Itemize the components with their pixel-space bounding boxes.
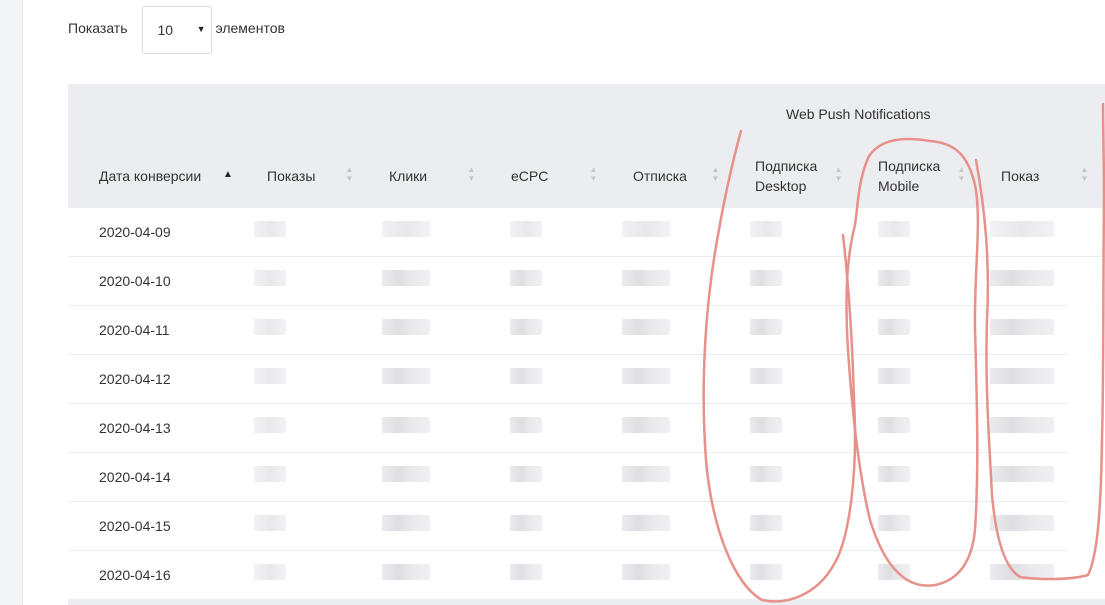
- annotation-circle-show: [974, 102, 1105, 581]
- annotation-circle-desktop: [702, 129, 857, 603]
- annotation-circle-mobile: [845, 137, 980, 587]
- annotation-overlay: [702, 102, 1105, 603]
